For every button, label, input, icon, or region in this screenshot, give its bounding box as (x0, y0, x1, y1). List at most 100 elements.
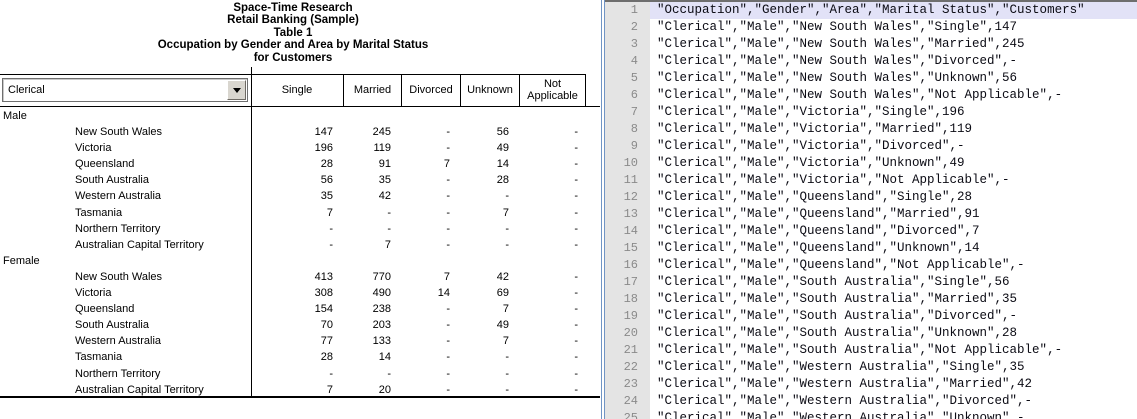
table-cell: 7 (251, 382, 343, 398)
line-number[interactable]: 2 (605, 19, 650, 36)
table-cell: 69 (460, 285, 519, 301)
editor-line: 15"Clerical","Male","Queensland","Unknow… (605, 240, 1137, 257)
line-number[interactable]: 1 (605, 2, 650, 19)
line-number[interactable]: 23 (605, 376, 650, 393)
table-cell: - (401, 301, 460, 317)
editor-lines[interactable]: 1"Occupation","Gender","Area","Marital S… (605, 0, 1137, 419)
table-cell (343, 253, 401, 269)
line-number[interactable]: 11 (605, 172, 650, 189)
editor-line-text[interactable]: "Clerical","Male","New South Wales","Div… (650, 53, 1137, 70)
line-number[interactable]: 12 (605, 189, 650, 206)
line-number[interactable]: 18 (605, 291, 650, 308)
line-number[interactable]: 16 (605, 257, 650, 274)
editor-line-text[interactable]: "Clerical","Male","Queensland","Single",… (650, 189, 1137, 206)
editor-line-text[interactable]: "Clerical","Male","Victoria","Unknown",4… (650, 155, 1137, 172)
line-number[interactable]: 7 (605, 104, 650, 121)
editor-line: 18"Clerical","Male","South Australia","M… (605, 291, 1137, 308)
table-cell (460, 253, 519, 269)
line-number[interactable]: 6 (605, 87, 650, 104)
line-number[interactable]: 22 (605, 359, 650, 376)
editor-line-text[interactable]: "Clerical","Male","South Australia","Not… (650, 342, 1137, 359)
table-cell: - (519, 124, 586, 140)
occupation-dropdown-value: Clerical (8, 79, 45, 101)
editor-line-text[interactable]: "Occupation","Gender","Area","Marital St… (650, 2, 1137, 19)
table-cell: - (460, 221, 519, 237)
line-number[interactable]: 9 (605, 138, 650, 155)
editor-line-text[interactable]: "Clerical","Male","Victoria","Not Applic… (650, 172, 1137, 189)
csv-editor-panel[interactable]: 1"Occupation","Gender","Area","Marital S… (600, 0, 1137, 419)
editor-line-text[interactable]: "Clerical","Male","Western Australia","S… (650, 359, 1137, 376)
line-number[interactable]: 14 (605, 223, 650, 240)
editor-line-text[interactable]: "Clerical","Male","Western Australia","D… (650, 393, 1137, 410)
row-label: South Australia (0, 172, 251, 188)
table-cell: 308 (251, 285, 343, 301)
table-row: Tasmania2814--- (0, 349, 586, 365)
editor-line-text[interactable]: "Clerical","Male","Western Australia","U… (650, 410, 1137, 419)
table-cell (519, 108, 586, 124)
editor-line-text[interactable]: "Clerical","Male","South Australia","Unk… (650, 325, 1137, 342)
table-group-row: Female (0, 253, 586, 269)
editor-line: 6"Clerical","Male","New South Wales","No… (605, 87, 1137, 104)
table-cell: 42 (460, 269, 519, 285)
editor-line-text[interactable]: "Clerical","Male","New South Wales","Sin… (650, 19, 1137, 36)
line-number[interactable]: 25 (605, 410, 650, 419)
table-cell: - (519, 156, 586, 172)
line-number[interactable]: 10 (605, 155, 650, 172)
editor-line: 7"Clerical","Male","Victoria","Single",1… (605, 104, 1137, 121)
line-number[interactable]: 19 (605, 308, 650, 325)
table-cell: 7 (460, 205, 519, 221)
editor-line: 10"Clerical","Male","Victoria","Unknown"… (605, 155, 1137, 172)
line-number[interactable]: 5 (605, 70, 650, 87)
table-cell: - (519, 301, 586, 317)
line-number[interactable]: 3 (605, 36, 650, 53)
line-number[interactable]: 21 (605, 342, 650, 359)
line-number[interactable]: 4 (605, 53, 650, 70)
editor-line-text[interactable]: "Clerical","Male","Victoria","Married",1… (650, 121, 1137, 138)
line-number[interactable]: 13 (605, 206, 650, 223)
table-cell (343, 108, 401, 124)
editor-line-text[interactable]: "Clerical","Male","New South Wales","Not… (650, 87, 1137, 104)
table-cell: 42 (343, 188, 401, 204)
editor-line-text[interactable]: "Clerical","Male","Western Australia","M… (650, 376, 1137, 393)
line-number[interactable]: 20 (605, 325, 650, 342)
editor-line: 22"Clerical","Male","Western Australia",… (605, 359, 1137, 376)
table-row: Northern Territory----- (0, 221, 586, 237)
table-cell: 56 (251, 172, 343, 188)
editor-line-text[interactable]: "Clerical","Male","South Australia","Mar… (650, 291, 1137, 308)
table-cell: - (460, 349, 519, 365)
editor-line-text[interactable]: "Clerical","Male","Queensland","Divorced… (650, 223, 1137, 240)
table-cell: - (519, 269, 586, 285)
row-label: Western Australia (0, 333, 251, 349)
chevron-down-icon (233, 88, 241, 93)
editor-line-text[interactable]: "Clerical","Male","South Australia","Sin… (650, 274, 1137, 291)
editor-line-text[interactable]: "Clerical","Male","Victoria","Single",19… (650, 104, 1137, 121)
table-cell: - (519, 366, 586, 382)
line-number[interactable]: 24 (605, 393, 650, 410)
dropdown-arrow-button[interactable] (227, 80, 246, 100)
table-cell: - (519, 317, 586, 333)
table-cell: - (401, 366, 460, 382)
line-number[interactable]: 17 (605, 274, 650, 291)
table-cell: - (519, 333, 586, 349)
editor-line-text[interactable]: "Clerical","Male","Queensland","Married"… (650, 206, 1137, 223)
occupation-dropdown[interactable]: Clerical (2, 78, 248, 102)
report-title-line-5: for Customers (0, 52, 586, 64)
editor-line-text[interactable]: "Clerical","Male","South Australia","Div… (650, 308, 1137, 325)
table-cell: - (401, 317, 460, 333)
table-row: Western Australia3542--- (0, 188, 586, 204)
editor-line-text[interactable]: "Clerical","Male","Queensland","Unknown"… (650, 240, 1137, 257)
editor-line-text[interactable]: "Clerical","Male","New South Wales","Unk… (650, 70, 1137, 87)
table-cell: 119 (343, 140, 401, 156)
editor-line: 24"Clerical","Male","Western Australia",… (605, 393, 1137, 410)
editor-line: 17"Clerical","Male","South Australia","S… (605, 274, 1137, 291)
editor-left-border (600, 0, 605, 419)
line-number[interactable]: 15 (605, 240, 650, 257)
editor-line-text[interactable]: "Clerical","Male","New South Wales","Mar… (650, 36, 1137, 53)
table-cell: 14 (401, 285, 460, 301)
editor-line-text[interactable]: "Clerical","Male","Queensland","Not Appl… (650, 257, 1137, 274)
editor-line-text[interactable]: "Clerical","Male","Victoria","Divorced",… (650, 138, 1137, 155)
table-cell: - (519, 285, 586, 301)
line-number[interactable]: 8 (605, 121, 650, 138)
table-cell: - (401, 382, 460, 398)
table-cell: - (519, 188, 586, 204)
